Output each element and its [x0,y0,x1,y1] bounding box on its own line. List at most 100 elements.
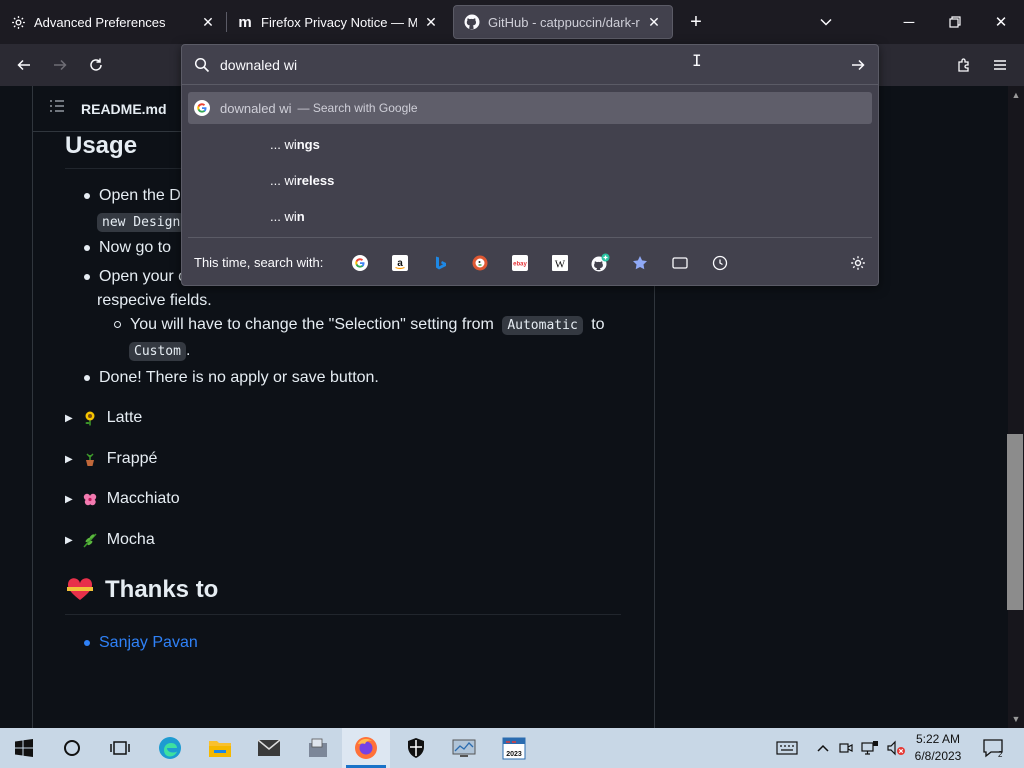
minimize-button[interactable]: ─ [886,0,932,44]
details-label: Frappé [106,450,158,467]
restore-button[interactable] [932,0,978,44]
system-clock[interactable]: 5:22 AM 6/8/2023 [908,731,968,765]
vertical-scrollbar[interactable] [1008,86,1024,728]
suggestion-item[interactable]: ... wi n [188,200,872,232]
arrow-right-icon [852,59,865,71]
file-explorer-taskbar-icon[interactable] [196,728,244,768]
suggestion-item[interactable]: ... wi ngs [188,128,872,160]
inline-code: new Design [97,213,186,232]
url-input[interactable]: downaled wi [220,57,297,73]
forward-button[interactable] [46,51,74,79]
scrollbar-thumb[interactable] [1007,434,1023,610]
mail-taskbar-icon[interactable] [245,728,293,768]
details-frappe[interactable]: ▶ Frappé [65,450,157,468]
wikipedia-engine-icon[interactable]: W [550,253,570,273]
disclosure-triangle-icon: ▶ [65,412,73,424]
extensions-button[interactable] [950,51,978,79]
details-latte[interactable]: ▶ Latte [65,409,142,427]
meet-now-icon[interactable] [836,728,856,768]
close-tab-icon[interactable]: ✕ [423,14,439,30]
list-all-tabs-button[interactable] [812,8,840,36]
tab-strip: Advanced Preferences ✕ m Firefox Privacy… [0,0,1024,44]
list-item-continuation: new Design [97,213,186,232]
close-tab-icon[interactable]: ✕ [646,14,662,30]
suggestion-text: downaled wi [220,100,292,116]
app-menu-button[interactable] [986,51,1014,79]
firefox-taskbar-icon[interactable] [342,728,390,768]
contributor-link[interactable]: Sanjay Pavan [99,634,198,651]
reload-icon [90,58,102,71]
tab-privacy-notice[interactable]: m Firefox Privacy Notice — Mozill ✕ [227,5,449,39]
back-button[interactable] [10,51,38,79]
close-window-button[interactable]: ✕ [978,0,1024,44]
suggestion-item[interactable]: ... wi reless [188,164,872,196]
sub-list-text: to [591,316,605,333]
network-icon[interactable] [858,728,882,768]
new-tab-button[interactable]: + [679,0,713,44]
volume-muted-icon[interactable] [884,728,908,768]
google-engine-icon[interactable] [350,253,370,273]
details-label: Latte [106,409,143,426]
ebay-engine-icon[interactable]: ebay [510,253,530,273]
clock-date: 6/8/2023 [914,749,962,763]
notification-center-icon[interactable]: 2 [978,728,1008,768]
reload-button[interactable] [82,51,110,79]
chevron-down-icon [820,18,832,26]
keyboard-icon[interactable] [772,728,802,768]
bing-engine-icon[interactable] [430,253,450,273]
bullet-dot [84,244,90,251]
scroll-up-arrow[interactable]: ▲ [1008,88,1024,102]
calendar-2023-taskbar-icon[interactable]: 2023 [490,728,538,768]
heading-thanks: Thanks to [65,576,218,604]
start-button[interactable] [0,728,48,768]
forward-arrow-icon [54,59,67,71]
bookmarks-star-icon[interactable] [630,253,650,273]
list-item: Open the Da [84,187,190,205]
monitor-taskbar-icon[interactable] [440,728,488,768]
sub-list-text: . [185,342,191,359]
details-mocha[interactable]: ▶ Mocha [65,531,155,549]
suggestion-completion: ngs [296,136,320,152]
security-taskbar-icon[interactable] [392,728,440,768]
edge-taskbar-icon[interactable] [146,728,194,768]
close-tab-icon[interactable]: ✕ [200,14,216,30]
suggestion-action: — Search with Google [297,101,418,115]
heart-ribbon-icon [65,578,95,602]
show-hidden-icons-chevron-up-icon[interactable] [812,728,834,768]
list-item: Sanjay Pavan [84,634,198,652]
back-arrow-icon [17,59,30,71]
scroll-down-arrow[interactable]: ▼ [1008,712,1024,726]
details-macchiato[interactable]: ▶ Macchiato [65,490,180,508]
outline-menu-icon[interactable] [49,99,65,118]
suggestion-search-google[interactable]: downaled wi — Search with Google [188,92,872,124]
list-item-continuation: respecive fields. [97,292,212,309]
url-bar-popup: downaled wi I downaled wi — Search with … [181,44,879,286]
tab-title: GitHub - catppuccin/dark-read [488,14,640,30]
disclosure-triangle-icon: ▶ [65,534,73,546]
one-off-label: This time, search with: [194,255,324,270]
search-button[interactable] [48,728,96,768]
tab-advanced-preferences[interactable]: Advanced Preferences ✕ [0,5,226,39]
content-border [32,86,33,728]
list-item-text: Open the Da [99,187,190,204]
go-button[interactable] [848,55,868,75]
windows-logo-icon [15,739,33,757]
search-settings-gear-icon[interactable] [848,253,868,273]
svg-text:W: W [555,259,566,271]
inline-code: Automatic [502,316,583,335]
list-item-text: Done! There is no apply or save button. [99,369,379,386]
tab-github-active[interactable]: GitHub - catppuccin/dark-read ✕ [453,5,673,39]
task-view-button[interactable] [96,728,144,768]
history-clock-icon[interactable] [710,253,730,273]
tab-title: Firefox Privacy Notice — Mozill [261,14,417,30]
bullet-dot [84,639,90,646]
duckduckgo-engine-icon[interactable] [470,253,490,273]
app-taskbar-icon[interactable] [294,728,342,768]
suggestion-prefix: ... wi [270,208,297,224]
suggestion-prefix: ... wi [270,172,297,188]
list-item: Done! There is no apply or save button. [84,369,379,387]
tabs-icon[interactable] [670,253,690,273]
amazon-engine-icon[interactable]: a [390,253,410,273]
add-github-search-icon[interactable] [590,253,610,273]
list-item: Open your c [84,268,186,286]
